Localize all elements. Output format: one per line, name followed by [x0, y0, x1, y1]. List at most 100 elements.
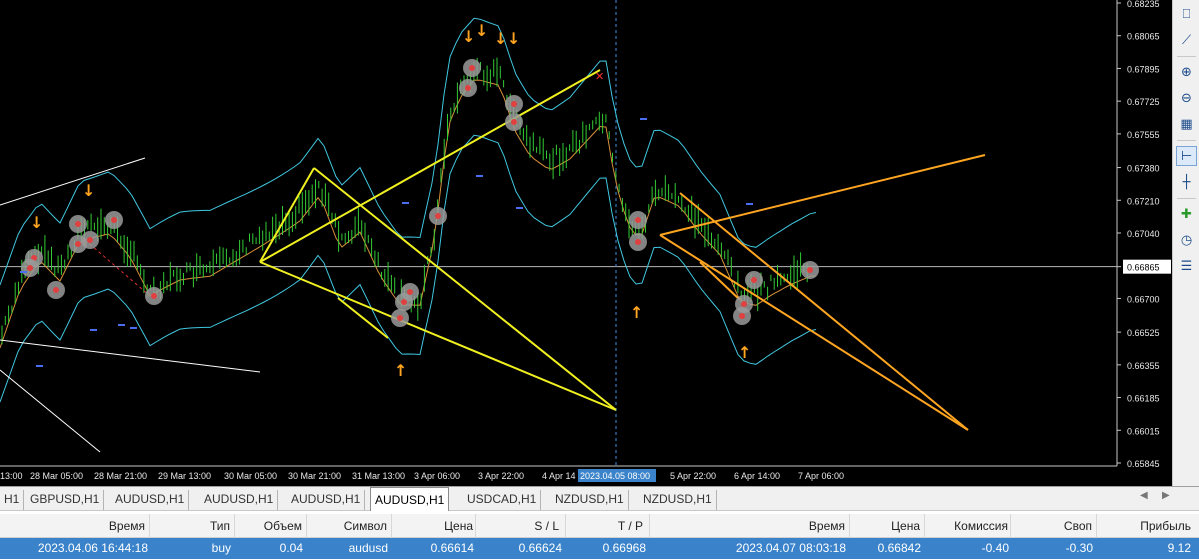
- cell-price: 0.66614: [430, 541, 474, 555]
- trade-marker-dot: [75, 221, 81, 227]
- template-icon[interactable]: ☰: [1176, 256, 1197, 276]
- price-label: 0.67040: [1127, 229, 1160, 239]
- period-separator-icon[interactable]: ⊢: [1176, 146, 1197, 166]
- add-indicator-icon[interactable]: ✚: [1176, 204, 1197, 224]
- price-label: 0.67555: [1127, 130, 1160, 140]
- header-close-time[interactable]: Время: [650, 514, 850, 538]
- clock-icon[interactable]: ◷: [1176, 230, 1197, 250]
- chart-toolbar: ⎕ ⟋ ⊕ ⊖ ▦ ⊢ ┼ ✚ ◷ ☰: [1172, 0, 1199, 486]
- time-label: 7 Apr 06:00: [798, 471, 844, 481]
- tab-chart-8[interactable]: NZDUSD,H1: [639, 490, 717, 510]
- trendline-orange: [679, 192, 969, 431]
- price-label: 0.66865: [1127, 263, 1160, 273]
- terminal-window: ↓ ↓ ↓ ↓ ↓ ↓ ↑ ↑ ↑ ✕ 0.68235 0.68065 0.67895 0.67725 0…: [0, 0, 1199, 560]
- time-label: 3 Apr 06:00: [414, 471, 460, 481]
- tab-chart-5-active[interactable]: AUDUSD,H1: [370, 487, 450, 511]
- trendline-yellow: [259, 261, 617, 411]
- trade-terminal: Время Тип Объем Символ Цена S / L T / P …: [0, 511, 1199, 560]
- chart-indicators-icon[interactable]: ⎕: [1176, 4, 1197, 24]
- fractal-down-arrow-icon: ↓: [462, 27, 475, 46]
- trade-marker-dot: [751, 277, 757, 283]
- price-chart[interactable]: ↓ ↓ ↓ ↓ ↓ ↓ ↑ ↑ ↑ ✕ 0.68235 0.68065 0.67895 0.67725 0…: [0, 0, 1199, 486]
- header-profit[interactable]: Прибыль: [1097, 514, 1199, 538]
- trendline-white: [0, 339, 261, 373]
- cell-profit: 9.12: [1167, 541, 1191, 555]
- band-lower: [0, 134, 817, 403]
- header-sl[interactable]: S / L: [476, 514, 566, 538]
- time-label: 3 Apr 22:00: [478, 471, 524, 481]
- time-label: 28 Mar 05:00: [30, 471, 83, 481]
- header-time[interactable]: Время: [0, 514, 150, 538]
- trade-marker-dot: [27, 265, 33, 271]
- zoom-in-icon[interactable]: ⊕: [1176, 62, 1197, 82]
- header-commission[interactable]: Комиссия: [925, 514, 1011, 538]
- price-label: 0.66015: [1127, 426, 1160, 436]
- price-label: 0.66355: [1127, 361, 1160, 371]
- cell-symbol: audusd: [348, 541, 388, 555]
- fractal-up-arrow-icon: ↑: [394, 361, 407, 380]
- time-label: 29 Mar 13:00: [158, 471, 211, 481]
- price-label: 0.67380: [1127, 164, 1160, 174]
- trade-marker-dot: [635, 217, 641, 223]
- cursor-time-label: 2023.04.05 08:00: [580, 471, 650, 481]
- zoom-out-icon[interactable]: ⊖: [1176, 88, 1197, 108]
- header-swap[interactable]: Своп: [1011, 514, 1097, 538]
- cell-type: buy: [211, 541, 231, 555]
- tab-chart-0[interactable]: H1: [0, 490, 25, 510]
- tab-chart-4[interactable]: AUDUSD,H1: [287, 490, 366, 510]
- tab-chart-6[interactable]: USDCAD,H1: [463, 490, 542, 510]
- fractal-down-arrow-icon: ↓: [507, 29, 520, 48]
- trade-marker-dot: [741, 301, 747, 307]
- time-label: 4 Apr 14: [542, 471, 576, 481]
- trade-marker-dot: [87, 237, 93, 243]
- fractal-up-arrow-icon: ↑: [630, 303, 643, 322]
- header-close-price[interactable]: Цена: [850, 514, 925, 538]
- trendline-yellow: [313, 167, 617, 411]
- chart-canvas[interactable]: ↓↓↓ ↓ ↓ ↓↑↑↑✕ 0.682350.680650.678950.677250…: [0, 0, 1172, 486]
- cell-commission: -0.40: [981, 541, 1009, 555]
- price-label: 0.66700: [1127, 294, 1160, 304]
- bar-chart-icon[interactable]: ┼: [1176, 172, 1197, 192]
- fractal-up-arrow-icon: ↑: [738, 343, 751, 362]
- tab-chart-1[interactable]: GBPUSD,H1: [26, 490, 105, 510]
- terminal-header: Время Тип Объем Символ Цена S / L T / P …: [0, 514, 1199, 538]
- table-row[interactable]: 2023.04.06 16:44:18 buy 0.04 audusd 0.66…: [0, 538, 1199, 559]
- fractal-down-arrow-icon: ↓: [475, 21, 488, 40]
- price-label: 0.68235: [1127, 0, 1160, 9]
- header-symbol[interactable]: Символ: [307, 514, 392, 538]
- tabs-scroll-right-icon[interactable]: ▶: [1162, 490, 1170, 501]
- trade-marker-dot: [807, 267, 813, 273]
- tab-chart-2[interactable]: AUDUSD,H1: [111, 490, 190, 510]
- cell-close-price: 0.66842: [877, 541, 921, 555]
- trendline-orange: [659, 154, 986, 236]
- price-label: 0.67210: [1127, 196, 1160, 206]
- time-label: 30 Mar 21:00: [288, 471, 341, 481]
- tab-chart-3[interactable]: AUDUSD,H1: [200, 490, 279, 510]
- trade-marker-dot: [111, 217, 117, 223]
- fractal-down-arrow-icon: ↓: [82, 181, 95, 200]
- tab-chart-7[interactable]: NZDUSD,H1: [551, 490, 629, 510]
- fractal-down-arrow-icon: ↓: [494, 29, 507, 48]
- trade-marker-dot: [511, 101, 517, 107]
- trade-marker-dot: [407, 289, 413, 295]
- cell-time: 2023.04.06 16:44:18: [37, 541, 148, 555]
- tile-windows-icon[interactable]: ▦: [1176, 114, 1197, 134]
- time-label: 31 Mar 13:00: [352, 471, 405, 481]
- time-label: 28 Mar 21:00: [94, 471, 147, 481]
- price-label: 0.65845: [1127, 459, 1160, 469]
- cell-close-time: 2023.04.07 08:03:18: [735, 541, 846, 555]
- header-price[interactable]: Цена: [392, 514, 476, 538]
- cell-volume: 0.04: [279, 541, 303, 555]
- price-label: 0.66525: [1127, 328, 1160, 338]
- trade-marker-dot: [397, 315, 403, 321]
- price-label: 0.67895: [1127, 64, 1160, 74]
- header-volume[interactable]: Объем: [235, 514, 307, 538]
- tabs-scroll-left-icon[interactable]: ◀: [1140, 490, 1148, 501]
- header-type[interactable]: Тип: [150, 514, 235, 538]
- trade-marker-dot: [739, 313, 745, 319]
- chart-objects-icon[interactable]: ⟋: [1176, 30, 1197, 50]
- trendline-white: [0, 369, 101, 453]
- price-label: 0.67725: [1127, 97, 1160, 107]
- trade-marker-dot: [435, 213, 441, 219]
- header-tp[interactable]: T / P: [566, 514, 650, 538]
